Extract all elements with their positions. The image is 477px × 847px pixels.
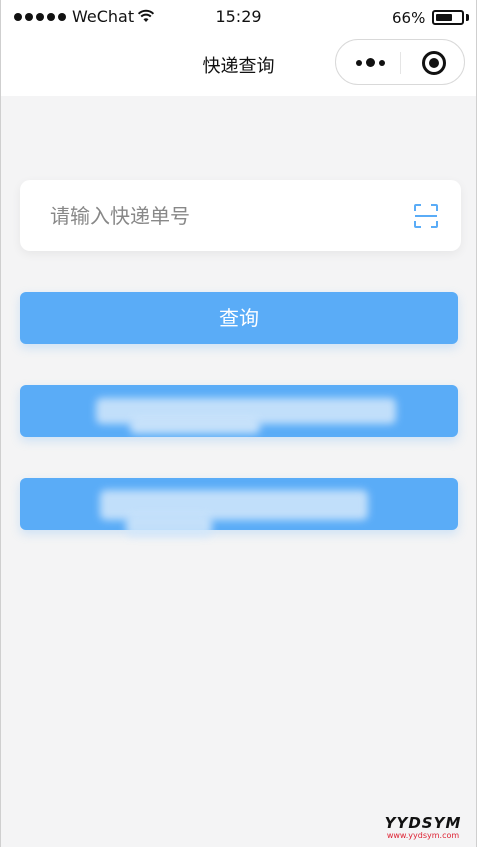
watermark-main: YYDSYM <box>384 814 462 832</box>
watermark-logo: YYDSYM www.yydsym.com <box>375 815 471 843</box>
more-dots-icon[interactable] <box>356 58 385 67</box>
status-bar: WeChat 15:29 66% <box>0 0 477 34</box>
battery-percent: 66% <box>392 9 426 27</box>
capsule-divider <box>400 52 401 74</box>
obscured-label-block <box>126 515 212 537</box>
query-button[interactable]: 查询 <box>20 292 458 344</box>
tracking-number-card <box>20 180 461 251</box>
watermark-sub: www.yydsym.com <box>386 831 460 840</box>
battery-icon <box>432 10 464 25</box>
battery-tip <box>466 14 469 21</box>
close-target-icon[interactable] <box>422 51 446 75</box>
mini-program-capsule <box>335 39 465 85</box>
scan-icon[interactable] <box>413 203 439 229</box>
battery-fill <box>436 14 452 21</box>
nav-bar: 快递查询 <box>0 34 477 96</box>
obscured-label-block <box>130 418 260 434</box>
query-button-label: 查询 <box>219 306 259 330</box>
tracking-number-input[interactable] <box>50 194 410 238</box>
